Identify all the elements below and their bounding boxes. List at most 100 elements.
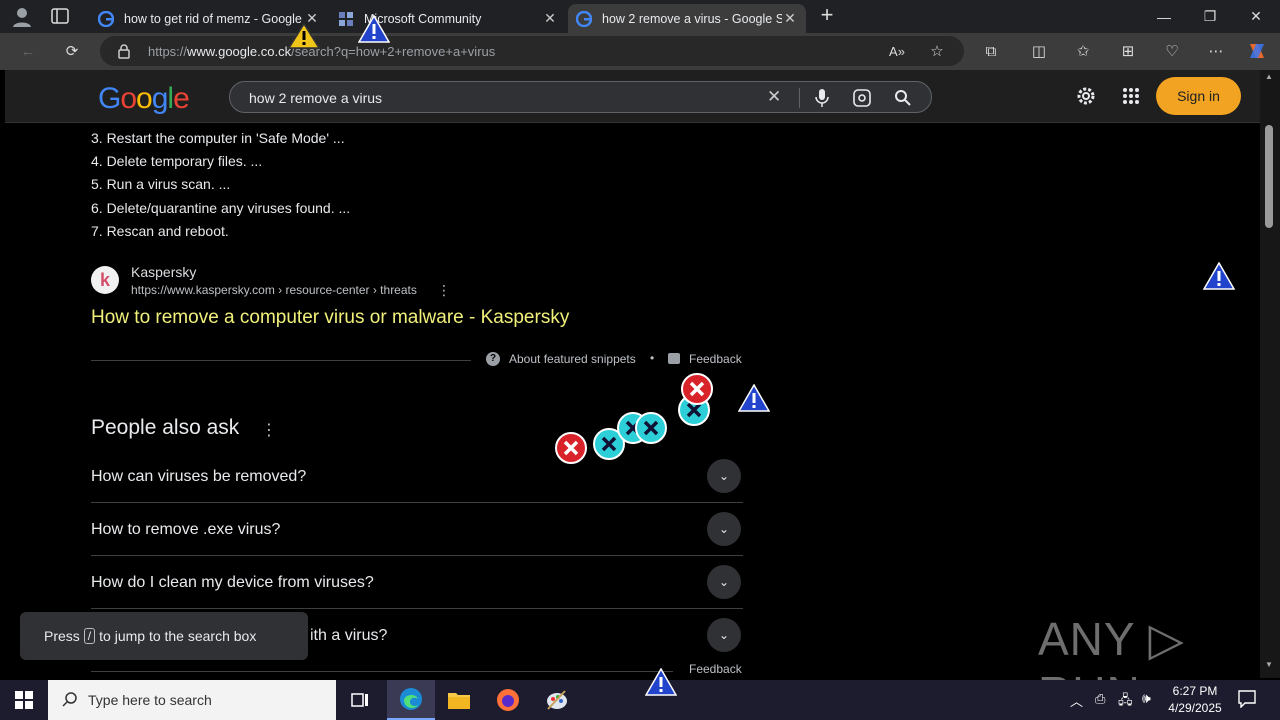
microsoft-favicon-icon — [339, 11, 353, 26]
google-favicon-icon — [576, 10, 592, 27]
feedback-icon[interactable] — [668, 353, 680, 364]
divider — [91, 555, 743, 556]
new-tab-button[interactable]: + — [815, 4, 839, 27]
scroll-up-arrow[interactable]: ▲ — [1265, 72, 1273, 81]
close-tab-icon[interactable]: ✕ — [542, 10, 558, 27]
favorites-icon[interactable]: ✩ — [1072, 40, 1094, 62]
close-tab-icon[interactable]: ✕ — [782, 10, 798, 27]
chevron-down-icon[interactable]: ⌄ — [707, 512, 741, 546]
toast-text: to jump to the search box — [99, 628, 257, 644]
paint-app-icon[interactable] — [533, 680, 581, 720]
tray-overflow-icon[interactable]: ︿ — [1070, 691, 1083, 710]
taskbar-search-placeholder: Type here to search — [88, 692, 212, 708]
windows-taskbar: Type here to search ︿ ⎙ 🖧 🕪 6:27 PM 4/29… — [0, 667, 1280, 720]
refresh-icon[interactable]: ⟳ — [61, 40, 83, 62]
error-icon — [635, 412, 667, 444]
result-url[interactable]: https://www.kaspersky.com › resource-cen… — [131, 283, 417, 297]
google-apps-icon[interactable] — [1122, 87, 1140, 105]
paa-question[interactable]: ith a virus? — [310, 627, 387, 645]
chevron-down-icon[interactable]: ⌄ — [707, 459, 741, 493]
split-screen-icon[interactable]: ◫ — [1028, 40, 1050, 62]
tab-title: how to get rid of memz - Google — [124, 11, 302, 26]
extensions-icon[interactable]: ⧉ — [980, 40, 1002, 62]
performance-icon[interactable]: ♡ — [1161, 40, 1183, 62]
tab-title: Microsoft Community — [364, 11, 482, 26]
file-explorer-icon[interactable] — [435, 680, 483, 720]
search-query[interactable]: how 2 remove a virus — [249, 90, 382, 106]
paa-feedback-link[interactable]: Feedback — [689, 662, 742, 676]
tab-virus-search[interactable]: how 2 remove a virus - Google S ✕ — [568, 4, 806, 33]
tab-actions-icon[interactable] — [50, 7, 70, 25]
lens-icon[interactable] — [853, 89, 871, 107]
warning-icon — [287, 22, 321, 49]
keyboard-hint-toast: Press / to jump to the search box — [20, 612, 308, 660]
back-icon[interactable]: ← — [17, 40, 39, 62]
search-input[interactable]: how 2 remove a virus ✕ — [229, 81, 932, 113]
tab-title: how 2 remove a virus - Google S — [602, 11, 782, 26]
slash-key: / — [83, 628, 96, 644]
start-button[interactable] — [0, 680, 48, 720]
microphone-icon[interactable] — [815, 88, 829, 108]
toast-text: Press — [44, 628, 80, 644]
settings-gear-icon[interactable] — [1075, 85, 1097, 107]
meet-now-icon[interactable]: ⎙ — [1095, 691, 1105, 707]
divider — [91, 671, 673, 672]
logo-letter: o — [120, 82, 137, 115]
lock-icon[interactable] — [117, 43, 131, 59]
read-aloud-icon[interactable]: A» — [886, 40, 908, 62]
notification-icon[interactable] — [1238, 690, 1256, 709]
taskbar-search-input[interactable]: Type here to search — [48, 680, 336, 720]
paa-more-icon[interactable]: ⋮ — [261, 420, 277, 440]
clock-date: 4/29/2025 — [1168, 701, 1222, 715]
profile-icon[interactable] — [10, 5, 34, 29]
list-item: 6. Delete/quarantine any viruses found. … — [91, 200, 351, 216]
about-snippets-link[interactable]: About featured snippets — [509, 352, 636, 366]
page-scrollbar[interactable]: ▲ ▼ — [1260, 70, 1280, 678]
task-view-icon[interactable] — [336, 680, 384, 720]
network-icon[interactable]: 🖧 — [1118, 691, 1133, 713]
paa-question[interactable]: How do I clean my device from viruses? — [91, 574, 374, 592]
warning-icon — [357, 14, 391, 43]
warning-icon — [737, 383, 771, 412]
list-item: 3. Restart the computer in 'Safe Mode' .… — [91, 130, 345, 146]
google-logo[interactable]: Google — [98, 82, 190, 116]
volume-icon[interactable]: 🕪 — [1142, 690, 1151, 707]
error-icon — [681, 373, 713, 405]
divider — [799, 88, 800, 108]
chevron-down-icon[interactable]: ⌄ — [707, 565, 741, 599]
more-menu-icon[interactable]: ⋯ — [1205, 40, 1227, 62]
list-item: 4. Delete temporary files. ... — [91, 153, 263, 169]
minimize-button[interactable]: — — [1141, 0, 1187, 33]
search-icon[interactable] — [894, 89, 912, 107]
logo-letter: e — [173, 82, 190, 115]
sign-in-button[interactable]: Sign in — [1156, 77, 1241, 115]
tab-strip: how to get rid of memz - Google ✕ Micros… — [0, 0, 1280, 33]
paa-question[interactable]: How can viruses be removed? — [91, 468, 306, 486]
feedback-link[interactable]: Feedback — [689, 352, 742, 366]
warning-icon — [1202, 261, 1236, 290]
paa-question[interactable]: How to remove .exe virus? — [91, 521, 280, 539]
firefox-icon[interactable] — [484, 680, 532, 720]
clock-time: 6:27 PM — [1172, 684, 1218, 698]
error-icon — [555, 432, 587, 464]
result-source[interactable]: Kaspersky — [131, 264, 196, 280]
separator-dot: • — [650, 351, 655, 365]
taskbar-clock[interactable]: 6:27 PM 4/29/2025 — [1166, 683, 1224, 717]
edge-taskbar-icon[interactable] — [387, 680, 435, 720]
result-title-link[interactable]: How to remove a computer virus or malwar… — [91, 307, 569, 329]
restore-button[interactable]: ❐ — [1187, 0, 1233, 33]
result-more-icon[interactable]: ⋮ — [437, 282, 451, 299]
close-window-button[interactable]: ✕ — [1233, 0, 1279, 33]
favorite-star-icon[interactable]: ☆ — [926, 40, 948, 62]
list-item: 7. Rescan and reboot. — [91, 223, 229, 239]
collections-icon[interactable]: ⊞ — [1117, 40, 1139, 62]
clear-search-icon[interactable]: ✕ — [767, 87, 781, 107]
list-item: 5. Run a virus scan. ... — [91, 176, 231, 192]
chevron-down-icon[interactable]: ⌄ — [707, 618, 741, 652]
copilot-icon[interactable] — [1246, 40, 1268, 62]
address-bar[interactable]: https://www.google.co.ck/search?q=how+2+… — [100, 36, 964, 66]
help-icon[interactable]: ? — [486, 352, 500, 366]
scrollbar-thumb[interactable] — [1265, 125, 1273, 228]
logo-letter: G — [98, 82, 121, 115]
web-page: Google how 2 remove a virus ✕ Sign in 3.… — [5, 70, 1260, 678]
